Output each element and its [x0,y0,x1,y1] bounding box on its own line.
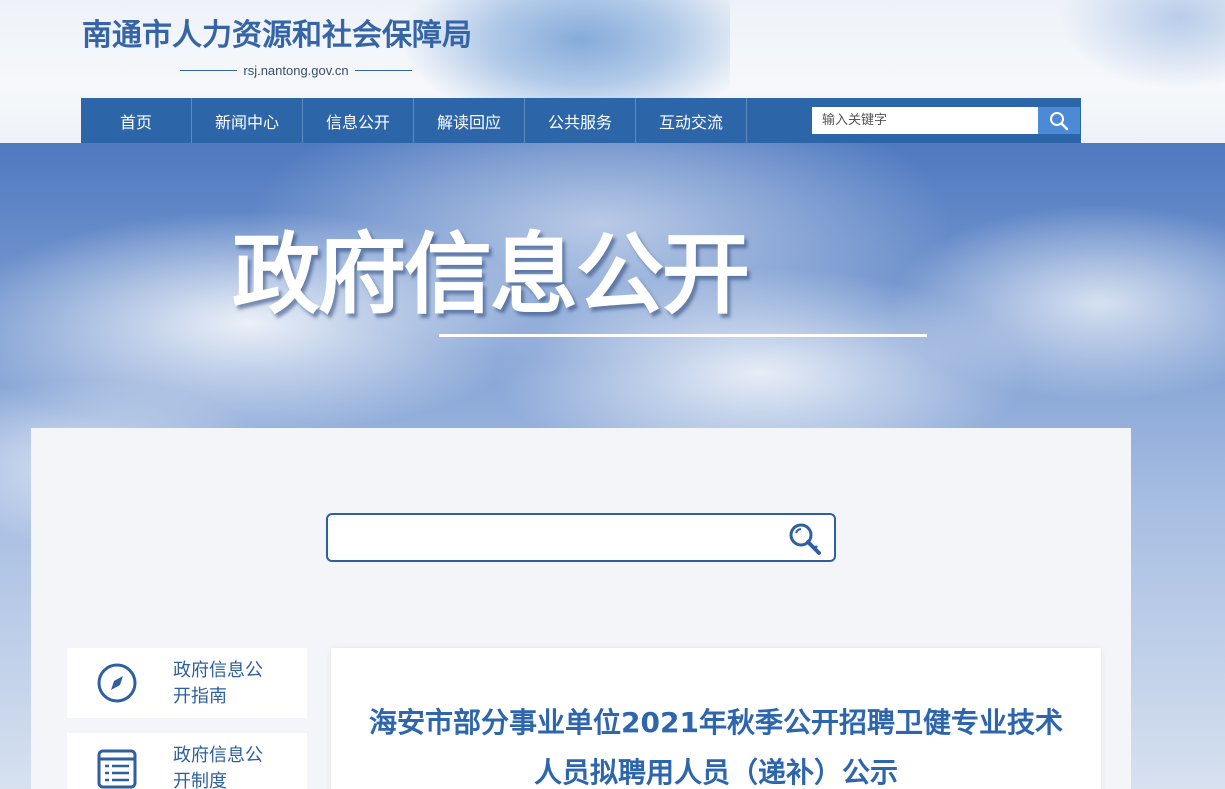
nav-item-home[interactable]: 首页 [81,98,192,143]
sidebar-item-label: 政府信息公开制度 [173,745,263,789]
document-list-icon [95,746,139,789]
site-title[interactable]: 南通市人力资源和社会保障局 [82,10,472,54]
divider [180,69,238,71]
divider [354,69,412,71]
nav-item-info-disclosure[interactable]: 信息公开 [303,98,414,143]
nav-search-input[interactable] [812,107,1038,134]
panel-search-input[interactable] [328,515,768,560]
nav-search-button[interactable] [1038,107,1080,134]
sidebar-item-disclosure-guide[interactable]: 政府信息公开指南 [67,648,307,718]
nav-item-public-service[interactable]: 公共服务 [525,98,636,143]
nav-item-news[interactable]: 新闻中心 [192,98,303,143]
article-title: 海安市部分事业单位2021年秋季公开招聘卫健专业技术人员拟聘用人员（递补）公示 [369,706,1063,789]
main-nav: 首页 新闻中心 信息公开 解读回应 公共服务 互动交流 [81,98,1081,143]
compass-icon [95,661,139,705]
magnifier-icon [1050,111,1069,130]
nav-item-interaction[interactable]: 互动交流 [636,98,747,143]
map-decoration [1060,0,1225,90]
panel-search-button[interactable] [786,521,824,557]
site-url: rsj.nantong.gov.cn [243,62,349,78]
sidebar-item-disclosure-system[interactable]: 政府信息公开制度 [67,733,307,789]
site-url-row: rsj.nantong.gov.cn [180,62,412,78]
magnifier-key-icon [789,523,821,555]
content-panel: 政府信息公开指南 政府信息公开制度 海安市部分事业单位2021年秋季公开招聘卫健… [31,428,1131,789]
panel-search-box [326,513,836,562]
sidebar-item-label: 政府信息公开指南 [173,660,263,707]
nav-item-interpretation[interactable]: 解读回应 [414,98,525,143]
article-card: 海安市部分事业单位2021年秋季公开招聘卫健专业技术人员拟聘用人员（递补）公示 [331,648,1101,789]
banner-title: 政府信息公开 [232,223,750,326]
banner-underline [439,334,927,337]
